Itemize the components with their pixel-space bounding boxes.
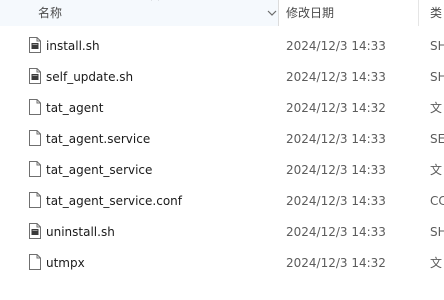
column-header-bar: 名称 修改日期 类 [0,0,444,28]
file-type: SH [430,39,444,53]
file-modified: 2024/12/3 14:33 [286,194,386,208]
file-name: install.sh [46,39,100,53]
file-modified: 2024/12/3 14:33 [286,163,386,177]
script-file-icon [29,223,41,239]
column-header-modified-label: 修改日期 [286,6,335,20]
file-row[interactable]: tat_agent.service 2024/12/3 14:33 SE [0,124,444,154]
file-row[interactable]: tat_agent_service.conf 2024/12/3 14:33 CC [0,186,444,216]
file-modified: 2024/12/3 14:32 [286,101,386,115]
column-header-name[interactable]: 名称 [0,0,265,26]
file-type: 文 [430,163,443,177]
script-file-icon [29,68,41,84]
file-name: tat_agent [46,101,104,115]
column-divider[interactable] [418,0,419,26]
file-type: CC [430,194,444,208]
file-type: 文 [430,101,443,115]
file-type: SE [430,132,444,146]
file-row[interactable]: tat_agent_service 2024/12/3 14:33 文 [0,155,444,185]
file-list-view: 名称 修改日期 类 install.sh 2024/12/3 14:33 SH sel… [0,0,444,300]
file-type: 文 [430,256,443,270]
file-name: tat_agent_service [46,163,153,177]
file-modified: 2024/12/3 14:33 [286,132,386,146]
file-type: SH [430,225,444,239]
file-row[interactable]: self_update.sh 2024/12/3 14:33 SH [0,62,444,92]
column-header-type-label: 类 [430,6,443,20]
file-modified: 2024/12/3 14:33 [286,225,386,239]
blank-file-icon [29,99,41,115]
file-row[interactable]: tat_agent 2024/12/3 14:32 文 [0,93,444,123]
file-row[interactable]: utmpx 2024/12/3 14:32 文 [0,248,444,278]
blank-file-icon [29,161,41,177]
blank-file-icon [29,254,41,270]
file-type: SH [430,70,444,84]
chevron-down-icon [267,10,277,16]
file-name: tat_agent_service.conf [46,194,182,208]
file-name: utmpx [46,256,85,270]
file-modified: 2024/12/3 14:33 [286,39,386,53]
blank-file-icon [29,130,41,146]
script-file-icon [29,37,41,53]
column-dropdown-button[interactable] [265,0,279,26]
file-modified: 2024/12/3 14:33 [286,70,386,84]
column-header-type[interactable]: 类 [430,0,444,26]
blank-file-icon [29,192,41,208]
column-header-modified[interactable]: 修改日期 [286,0,416,26]
chevron-up-icon [151,0,159,1]
file-name: self_update.sh [46,70,134,84]
column-header-name-label: 名称 [38,6,63,20]
file-name: uninstall.sh [46,225,115,239]
file-modified: 2024/12/3 14:32 [286,256,386,270]
file-row[interactable]: install.sh 2024/12/3 14:33 SH [0,31,444,61]
file-name: tat_agent.service [46,132,151,146]
file-row[interactable]: uninstall.sh 2024/12/3 14:33 SH [0,217,444,247]
